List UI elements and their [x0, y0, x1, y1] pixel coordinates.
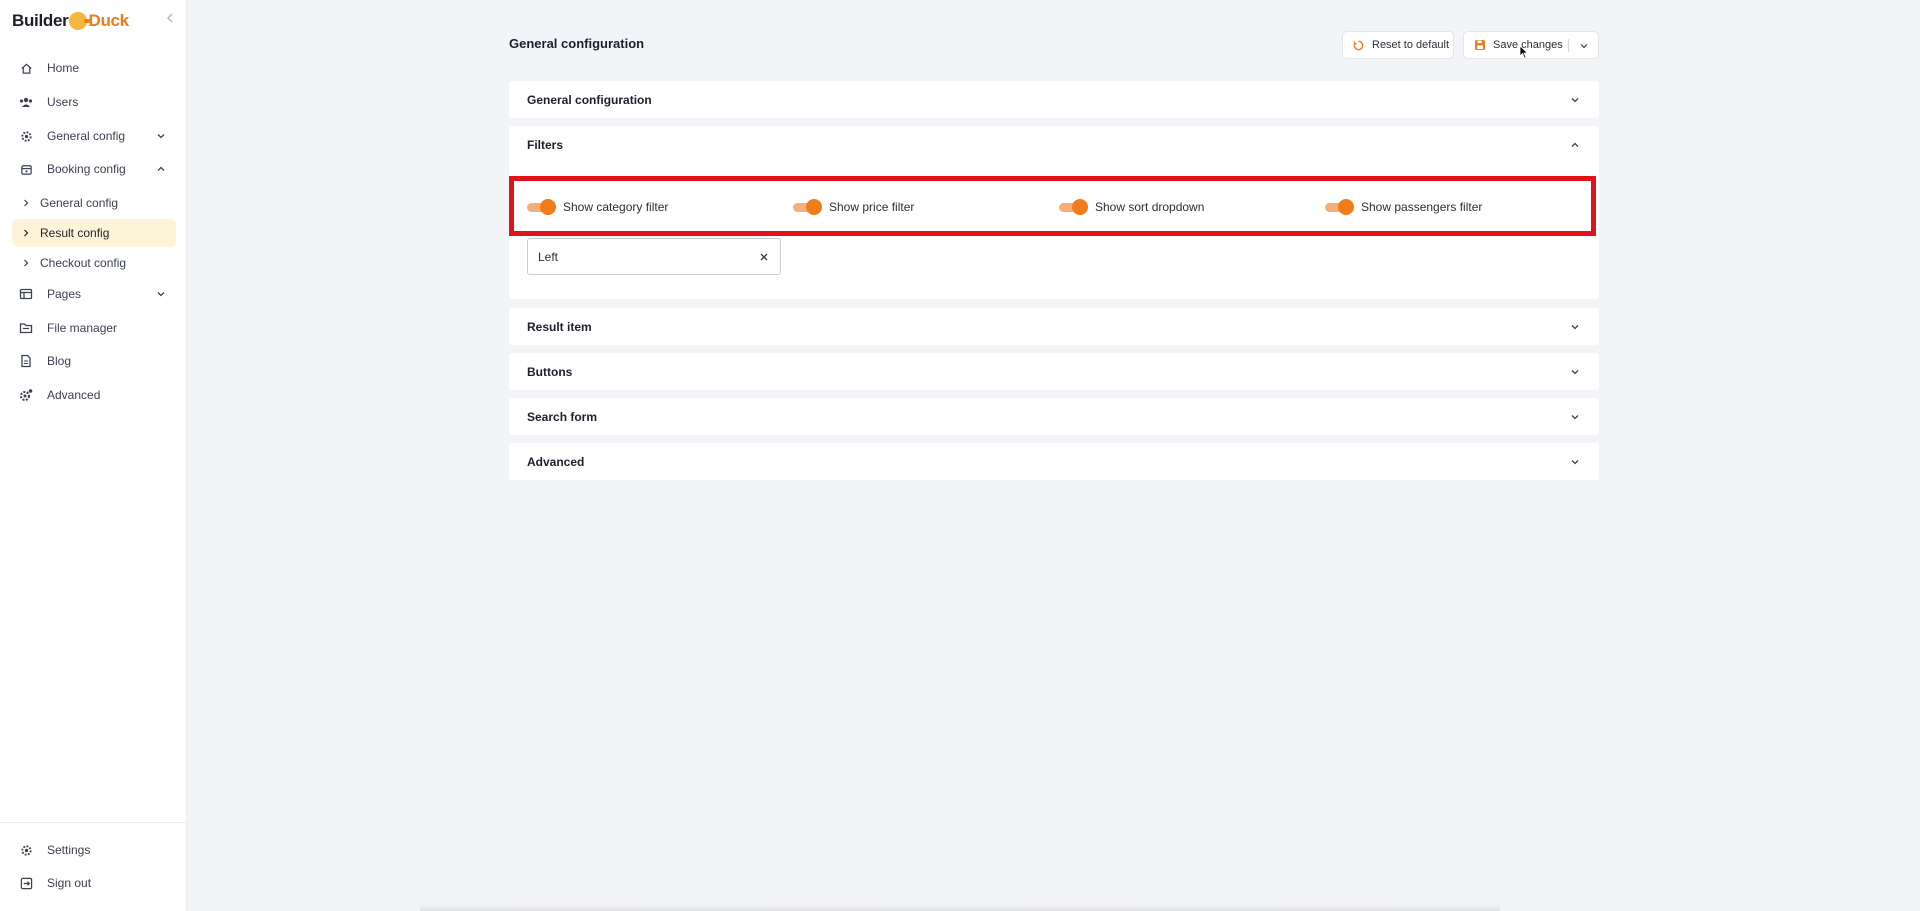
section-title: General configuration	[527, 93, 652, 107]
logo-text-builder: Builder	[12, 11, 69, 30]
chevron-right-icon	[24, 229, 29, 237]
sidebar-item-label: Blog	[47, 354, 72, 368]
chevron-right-icon	[24, 259, 29, 267]
sidebar-subitem-label: Result config	[40, 226, 110, 240]
section-title: Search form	[527, 410, 598, 424]
chevron-down-icon[interactable]	[1569, 94, 1581, 106]
section-title: Buttons	[527, 365, 573, 379]
logo-text-duck: Duck	[88, 11, 129, 30]
sidebar-subitem-label: Checkout config	[40, 256, 127, 270]
chevron-up-icon	[157, 166, 165, 171]
sidebar-item-sign-out[interactable]: Sign out	[12, 869, 176, 897]
sidebar-item-booking-config[interactable]: Booking config	[12, 155, 176, 183]
section-title: Filters	[527, 138, 564, 152]
save-changes-button[interactable]: Save changes	[1463, 31, 1599, 59]
chevron-down-icon	[157, 134, 165, 139]
users-icon	[19, 95, 33, 109]
page-title: General configuration	[509, 36, 645, 51]
sidebar-item-file-manager[interactable]: File manager	[12, 314, 176, 342]
sidebar-subitem-checkout-config[interactable]: Checkout config	[12, 249, 176, 277]
layout-icon	[19, 287, 33, 301]
duck-logo-icon	[69, 12, 91, 30]
section-title: Advanced	[527, 455, 585, 469]
sidebar-item-pages[interactable]: Pages	[12, 280, 176, 308]
sidebar-item-general-config[interactable]: General config	[12, 122, 176, 150]
sidebar-item-label: File manager	[47, 321, 118, 335]
sidebar-item-label: Users	[47, 95, 79, 109]
chevron-up-icon[interactable]	[1569, 139, 1581, 151]
save-icon	[1474, 39, 1486, 51]
section-buttons[interactable]: Buttons	[509, 353, 1599, 390]
close-icon[interactable]	[758, 251, 770, 263]
sidebar-subitem-label: General config	[40, 196, 119, 210]
sidebar-item-label: Advanced	[47, 388, 101, 402]
chevron-down-icon[interactable]	[1569, 411, 1581, 423]
section-advanced[interactable]: Advanced	[509, 443, 1599, 480]
chevron-down-icon[interactable]	[1569, 456, 1581, 468]
button-separator	[1568, 39, 1569, 52]
highlight-annotation-box	[509, 176, 1596, 236]
sidebar-item-label: Pages	[47, 287, 82, 301]
chevron-down-icon[interactable]	[1569, 366, 1581, 378]
sign-out-icon	[19, 876, 33, 890]
chevron-right-icon	[24, 199, 29, 207]
collapse-sidebar-icon[interactable]	[163, 11, 177, 25]
sidebar-item-home[interactable]: Home	[12, 54, 176, 82]
sidebar-item-label: Settings	[47, 843, 91, 857]
reset-icon	[1353, 40, 1364, 51]
sidebar-item-label: Sign out	[47, 876, 92, 890]
sidebar: Builder Duck Home Users General config B…	[0, 0, 187, 911]
sidebar-item-label: Home	[47, 61, 80, 75]
sidebar-item-label: Booking config	[47, 162, 126, 176]
filter-position-select[interactable]: Left	[527, 238, 781, 275]
sidebar-item-blog[interactable]: Blog	[12, 347, 176, 375]
app-logo[interactable]: Builder Duck	[12, 7, 129, 35]
sidebar-subitem-result-config[interactable]: Result config	[12, 219, 176, 247]
section-result-item[interactable]: Result item	[509, 308, 1599, 345]
chevron-down-icon[interactable]	[1569, 321, 1581, 333]
select-value: Left	[538, 249, 559, 264]
sidebar-subitem-general-config[interactable]: General config	[12, 189, 176, 217]
gear-icon	[19, 129, 33, 143]
gear-icon	[19, 843, 33, 857]
section-title: Result item	[527, 320, 592, 334]
reset-button-label: Reset to default	[1372, 39, 1450, 51]
bottom-shadow	[420, 904, 1500, 911]
calendar-icon	[19, 162, 33, 176]
chevron-down-icon	[157, 292, 165, 297]
document-icon	[19, 354, 33, 368]
reset-to-default-button[interactable]: Reset to default	[1342, 31, 1454, 59]
sidebar-item-users[interactable]: Users	[12, 88, 176, 116]
chevron-down-icon[interactable]	[1579, 41, 1589, 51]
sidebar-item-settings[interactable]: Settings	[12, 836, 176, 864]
section-search-form[interactable]: Search form	[509, 398, 1599, 435]
section-general-configuration[interactable]: General configuration	[509, 81, 1599, 118]
sidebar-item-label: General config	[47, 129, 126, 143]
advanced-gear-icon	[19, 388, 33, 402]
mouse-cursor-icon	[1519, 45, 1529, 59]
home-icon	[19, 61, 33, 75]
folder-icon	[19, 321, 33, 335]
sidebar-item-advanced[interactable]: Advanced	[12, 381, 176, 409]
sidebar-divider	[0, 822, 187, 823]
